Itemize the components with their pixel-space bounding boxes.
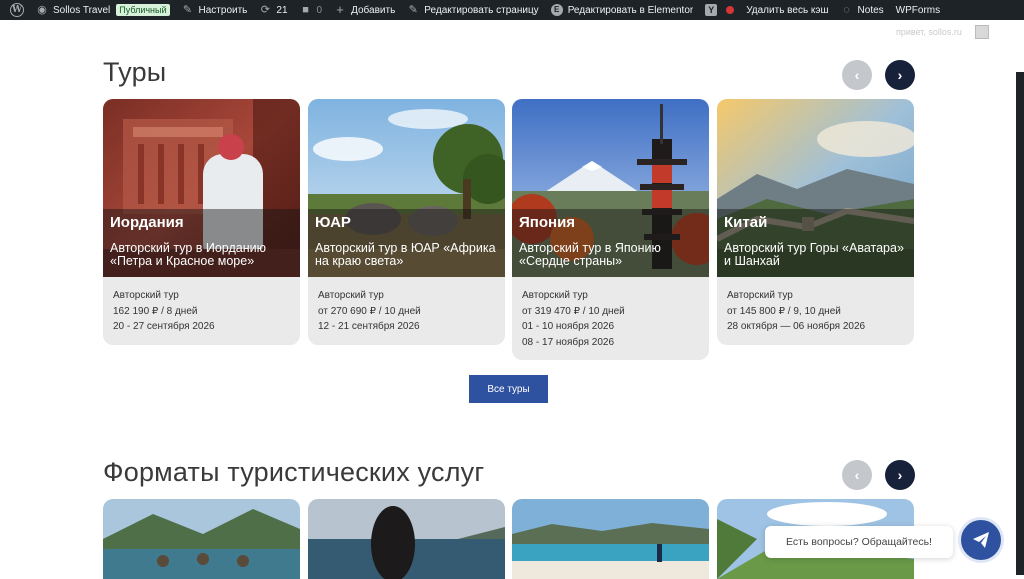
telegram-chat-button[interactable] xyxy=(958,517,1004,563)
comments-count: 0 xyxy=(316,4,323,16)
tour-type: Авторский тур xyxy=(522,290,588,301)
tour-subtitle: Авторский тур Горы «Аватара» и Шанхай xyxy=(724,241,904,268)
clear-cache-label: Удалить весь кэш xyxy=(746,4,829,16)
tour-price: 162 190 ₽ / 8 дней xyxy=(113,305,198,317)
formats-next-button[interactable]: › xyxy=(885,460,915,490)
pencil-icon: ✎ xyxy=(408,4,418,16)
formats-section-title: Форматы туристических услуг xyxy=(103,457,485,487)
edit-elementor-label: Редактировать в Elementor xyxy=(567,4,694,16)
chevron-left-icon: ‹ xyxy=(854,67,860,83)
tour-date: 08 - 17 ноября 2026 xyxy=(522,336,615,348)
tour-info: Авторский тур от 270 690 ₽ / 10 дней 12 … xyxy=(308,277,505,345)
tour-date: 12 - 21 сентября 2026 xyxy=(318,321,420,332)
tour-country: ЮАР xyxy=(315,214,351,231)
clear-cache-link[interactable]: Удалить весь кэш xyxy=(740,0,834,20)
admin-bar: W ◉ Sollos Travel Публичный ✎ Настроить … xyxy=(0,0,1024,20)
format-card[interactable] xyxy=(103,499,300,579)
tour-image-japan: Япония Авторский тур в Японию «Сердце ст… xyxy=(512,99,709,277)
tour-country: Иордания xyxy=(110,214,184,231)
wpforms-link[interactable]: WPForms xyxy=(890,0,946,20)
tour-image-south-africa: ЮАР Авторский тур в ЮАР «Африка на краю … xyxy=(308,99,505,277)
format-card[interactable] xyxy=(512,499,709,579)
tours-section-title: Туры xyxy=(103,57,167,87)
customize-label: Настроить xyxy=(198,4,248,16)
formats-prev-button[interactable]: ‹ xyxy=(842,460,872,490)
speech-bubble-icon: ◌ xyxy=(843,4,850,16)
user-greeting[interactable]: привет, sollos.ru xyxy=(896,27,962,37)
tour-card-jordan[interactable]: Иордания Авторский тур в Иорданию «Петра… xyxy=(103,99,300,345)
tour-info: Авторский тур от 319 470 ₽ / 10 дней 01 … xyxy=(512,277,709,360)
comments-link[interactable]: ■ 0 xyxy=(294,0,329,20)
tour-subtitle: Авторский тур в Иорданию «Петра и Красно… xyxy=(110,241,266,268)
format-card[interactable] xyxy=(308,499,505,579)
beach-image-icon xyxy=(512,499,709,579)
updates-count: 21 xyxy=(276,4,288,16)
tour-subtitle: Авторский тур в ЮАР «Африка на краю свет… xyxy=(315,241,496,268)
elementor-icon: E xyxy=(550,4,563,16)
tour-country: Китай xyxy=(724,214,768,231)
chevron-right-icon: › xyxy=(897,467,903,483)
edit-page-link[interactable]: ✎ Редактировать страницу xyxy=(401,0,544,20)
edit-page-label: Редактировать страницу xyxy=(424,4,539,16)
woman-sea-image-icon xyxy=(308,499,505,579)
tour-date: 28 октября — 06 ноября 2026 xyxy=(727,321,866,332)
chat-bubble[interactable]: Есть вопросы? Обращайтесь! xyxy=(765,526,953,558)
brush-icon: ✎ xyxy=(182,4,193,16)
plus-icon: + xyxy=(336,2,344,17)
tour-type: Авторский тур xyxy=(727,290,793,301)
tour-type: Авторский тур xyxy=(113,290,179,301)
tours-next-button[interactable]: › xyxy=(885,60,915,90)
public-badge: Публичный xyxy=(116,4,170,16)
tour-date: 20 - 27 сентября 2026 xyxy=(113,321,215,332)
chevron-right-icon: › xyxy=(897,67,903,83)
tour-image-china: Китай Авторский тур Горы «Аватара» и Шан… xyxy=(717,99,914,277)
tour-card-south-africa[interactable]: ЮАР Авторский тур в ЮАР «Африка на краю … xyxy=(308,99,505,345)
telegram-icon xyxy=(973,532,989,548)
tour-date: 01 - 10 ноября 2026 xyxy=(522,321,615,332)
tour-image-jordan: Иордания Авторский тур в Иорданию «Петра… xyxy=(103,99,300,277)
tours-prev-button[interactable]: ‹ xyxy=(842,60,872,90)
comment-icon: ■ xyxy=(302,4,309,16)
tour-price: от 145 800 ₽ / 9, 10 дней xyxy=(727,305,841,317)
tour-card-japan[interactable]: Япония Авторский тур в Японию «Сердце ст… xyxy=(512,99,709,360)
site-name-menu[interactable]: ◉ Sollos Travel Публичный xyxy=(30,0,176,20)
notes-label: Notes xyxy=(857,4,884,16)
tour-card-china[interactable]: Китай Авторский тур Горы «Аватара» и Шан… xyxy=(717,99,914,345)
wpforms-label: WPForms xyxy=(895,4,941,16)
page-edge-strip xyxy=(1016,72,1024,575)
all-tours-button[interactable]: Все туры xyxy=(469,375,548,403)
user-avatar[interactable] xyxy=(975,25,989,39)
notes-link[interactable]: ◌ Notes xyxy=(835,0,890,20)
dashboard-icon: ◉ xyxy=(37,4,47,16)
edit-elementor-link[interactable]: E Редактировать в Elementor xyxy=(545,0,700,20)
yoast-menu[interactable]: Y xyxy=(699,0,740,20)
mountain-lake-image-icon xyxy=(103,499,300,579)
customize-link[interactable]: ✎ Настроить xyxy=(176,0,254,20)
tour-subtitle: Авторский тур в Японию «Сердце страны» xyxy=(519,241,661,268)
chevron-left-icon: ‹ xyxy=(854,467,860,483)
tour-type: Авторский тур xyxy=(318,290,384,301)
yoast-icon: Y xyxy=(705,4,718,16)
tour-price: от 270 690 ₽ / 10 дней xyxy=(318,305,421,317)
site-name: Sollos Travel xyxy=(53,4,111,16)
tour-country: Япония xyxy=(519,214,576,231)
seo-status-dot xyxy=(726,6,735,14)
add-new-menu[interactable]: + Добавить xyxy=(328,0,401,20)
add-new-label: Добавить xyxy=(351,4,396,16)
tour-info: Авторский тур 162 190 ₽ / 8 дней 20 - 27… xyxy=(103,277,300,345)
updates-icon: ⟳ xyxy=(260,4,270,16)
updates-link[interactable]: ⟳ 21 xyxy=(253,0,293,20)
wp-logo-menu[interactable]: W xyxy=(4,0,30,20)
tour-info: Авторский тур от 145 800 ₽ / 9, 10 дней … xyxy=(717,277,914,345)
tour-price: от 319 470 ₽ / 10 дней xyxy=(522,305,625,317)
wordpress-icon: W xyxy=(10,3,24,17)
